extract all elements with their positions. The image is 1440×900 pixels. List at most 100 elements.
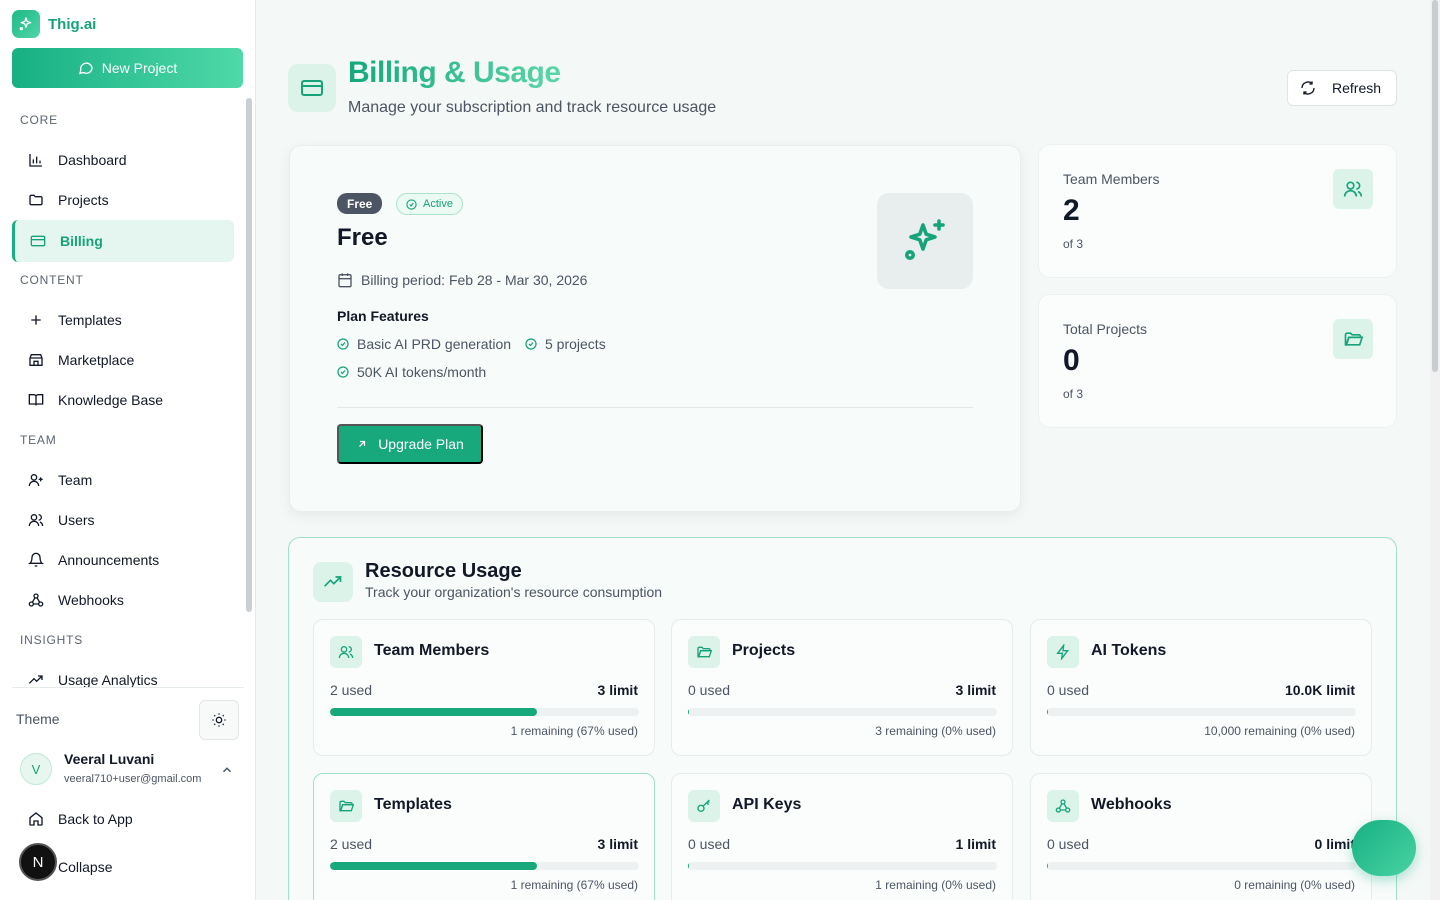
usage-progress-fill bbox=[1047, 708, 1048, 716]
back-to-app-link[interactable]: Back to App bbox=[28, 811, 133, 827]
page-scrollbar-thumb[interactable] bbox=[1432, 0, 1438, 372]
usage-limit: 3 limit bbox=[955, 682, 996, 698]
users-icon bbox=[28, 514, 44, 527]
status-badge-label: Active bbox=[423, 198, 453, 210]
feature-item: 5 projects bbox=[525, 336, 606, 352]
plus-icon bbox=[31, 315, 41, 325]
feature-label: 5 projects bbox=[545, 336, 606, 352]
usage-limit: 0 limit bbox=[1314, 836, 1355, 852]
usage-used: 0 used bbox=[688, 836, 731, 852]
zap-icon bbox=[1047, 636, 1079, 668]
sidebar-item-users[interactable]: Users bbox=[12, 500, 234, 540]
upgrade-plan-label: Upgrade Plan bbox=[378, 436, 464, 452]
resource-usage-subtitle: Track your organization's resource consu… bbox=[365, 584, 663, 600]
sidebar-item-knowledge-base[interactable]: Knowledge Base bbox=[12, 380, 234, 420]
usage-limit: 3 limit bbox=[597, 682, 638, 698]
sidebar-item-announcements[interactable]: Announcements bbox=[12, 540, 234, 580]
calendar-icon bbox=[338, 273, 352, 288]
feature-label: Basic AI PRD generation bbox=[357, 336, 512, 352]
features-title: Plan Features bbox=[337, 308, 429, 324]
feature-label: 50K AI tokens/month bbox=[357, 364, 487, 380]
usage-name: AI Tokens bbox=[1091, 642, 1167, 659]
usage-progress-fill bbox=[330, 862, 538, 870]
sparkle-logo-icon bbox=[12, 10, 40, 38]
usage-remaining: 1 remaining (67% used) bbox=[510, 878, 638, 892]
brand-name: Thig.ai bbox=[48, 15, 97, 33]
sidebar-item-usage-analytics[interactable]: Usage Analytics bbox=[12, 660, 234, 700]
store-icon bbox=[29, 354, 43, 366]
sidebar-item-label: Webhooks bbox=[58, 592, 124, 608]
sidebar-scrollbar[interactable] bbox=[246, 98, 252, 612]
stat-of: of 3 bbox=[1063, 387, 1084, 401]
sidebar-item-label: Templates bbox=[58, 312, 122, 328]
usage-remaining: 1 remaining (67% used) bbox=[510, 724, 638, 738]
nav-section-core: CORE bbox=[20, 113, 58, 127]
check-circle-icon bbox=[525, 338, 537, 350]
usage-card-templates: Templates 2 used 3 limit 1 remaining (67% u… bbox=[313, 773, 655, 900]
folder-icon bbox=[29, 194, 43, 206]
sidebar-item-templates[interactable]: Templates bbox=[12, 300, 234, 340]
sidebar-item-label: Projects bbox=[58, 192, 109, 208]
folder-open-icon bbox=[688, 636, 720, 668]
refresh-button[interactable]: Refresh bbox=[1287, 70, 1397, 106]
brand[interactable]: Thig.ai bbox=[12, 10, 96, 38]
sidebar-item-webhooks[interactable]: Webhooks bbox=[12, 580, 234, 620]
usage-progress-bar bbox=[330, 862, 639, 870]
sidebar-item-label: Marketplace bbox=[58, 352, 135, 368]
n-badge[interactable]: N bbox=[19, 843, 57, 881]
usage-limit: 1 limit bbox=[955, 836, 996, 852]
status-badge: Active bbox=[396, 193, 463, 215]
chevron-up-icon[interactable] bbox=[220, 763, 234, 777]
theme-toggle-button[interactable] bbox=[199, 700, 239, 740]
trending-up-icon bbox=[313, 562, 353, 602]
usage-card-ai-tokens: AI Tokens 0 used 10.0K limit 10,000 remaini… bbox=[1030, 619, 1372, 756]
avatar[interactable]: V bbox=[20, 753, 52, 785]
resource-usage-title: Resource Usage bbox=[365, 560, 522, 582]
usage-card-webhooks: Webhooks 0 used 0 limit 0 remaining (0% use… bbox=[1030, 773, 1372, 900]
refresh-icon bbox=[1301, 81, 1315, 95]
usage-progress-bar bbox=[688, 862, 997, 870]
folder-open-icon bbox=[1333, 319, 1373, 359]
stat-card-team-members: Team Members 2 of 3 bbox=[1038, 144, 1397, 278]
usage-name: API Keys bbox=[732, 796, 802, 813]
user-email: veeral710+user@gmail.com bbox=[64, 773, 202, 785]
usage-name: Projects bbox=[732, 642, 796, 659]
sidebar: Thig.ai New Project CORE Dashboard Proje… bbox=[0, 0, 256, 900]
check-circle-icon bbox=[337, 338, 349, 350]
billing-period-text: Billing period: Feb 28 - Mar 30, 2026 bbox=[361, 272, 588, 288]
sidebar-item-label: Team bbox=[58, 472, 93, 488]
users-icon bbox=[1333, 169, 1373, 209]
plan-name: Free bbox=[337, 224, 388, 251]
plan-tier-badge: Free bbox=[337, 193, 383, 214]
collapse-label: Collapse bbox=[58, 859, 113, 875]
stat-value: 2 bbox=[1063, 194, 1080, 227]
back-to-app-label: Back to App bbox=[58, 811, 133, 827]
new-project-button[interactable]: New Project bbox=[12, 48, 243, 88]
usage-remaining: 1 remaining (0% used) bbox=[875, 878, 996, 892]
sidebar-item-dashboard[interactable]: Dashboard bbox=[12, 140, 234, 180]
sidebar-item-billing[interactable]: Billing bbox=[12, 220, 234, 262]
sidebar-item-label: Usage Analytics bbox=[58, 672, 158, 688]
sidebar-item-marketplace[interactable]: Marketplace bbox=[12, 340, 234, 380]
home-icon bbox=[29, 812, 43, 826]
credit-card-icon bbox=[288, 64, 336, 112]
floating-action-button[interactable] bbox=[1352, 820, 1416, 876]
usage-remaining: 0 remaining (0% used) bbox=[1234, 878, 1355, 892]
check-circle-icon bbox=[406, 198, 417, 210]
nav-section-insights: INSIGHTS bbox=[20, 633, 84, 647]
sidebar-item-label: Users bbox=[58, 512, 95, 528]
sidebar-item-projects[interactable]: Projects bbox=[12, 180, 234, 220]
stat-card-total-projects: Total Projects 0 of 3 bbox=[1038, 294, 1397, 428]
usage-progress-fill bbox=[330, 708, 538, 716]
sidebar-item-team[interactable]: Team bbox=[12, 460, 234, 500]
sparkles-icon bbox=[877, 193, 973, 289]
sidebar-item-label: Knowledge Base bbox=[58, 392, 164, 408]
usage-progress-bar bbox=[1047, 708, 1356, 716]
nav-section-content: CONTENT bbox=[20, 273, 84, 287]
usage-name: Templates bbox=[374, 796, 452, 813]
usage-used: 2 used bbox=[330, 682, 373, 698]
upgrade-plan-button[interactable]: Upgrade Plan bbox=[337, 424, 483, 464]
feature-item: 50K AI tokens/month bbox=[337, 364, 486, 380]
new-project-label: New Project bbox=[101, 60, 178, 76]
plan-divider bbox=[337, 407, 973, 408]
